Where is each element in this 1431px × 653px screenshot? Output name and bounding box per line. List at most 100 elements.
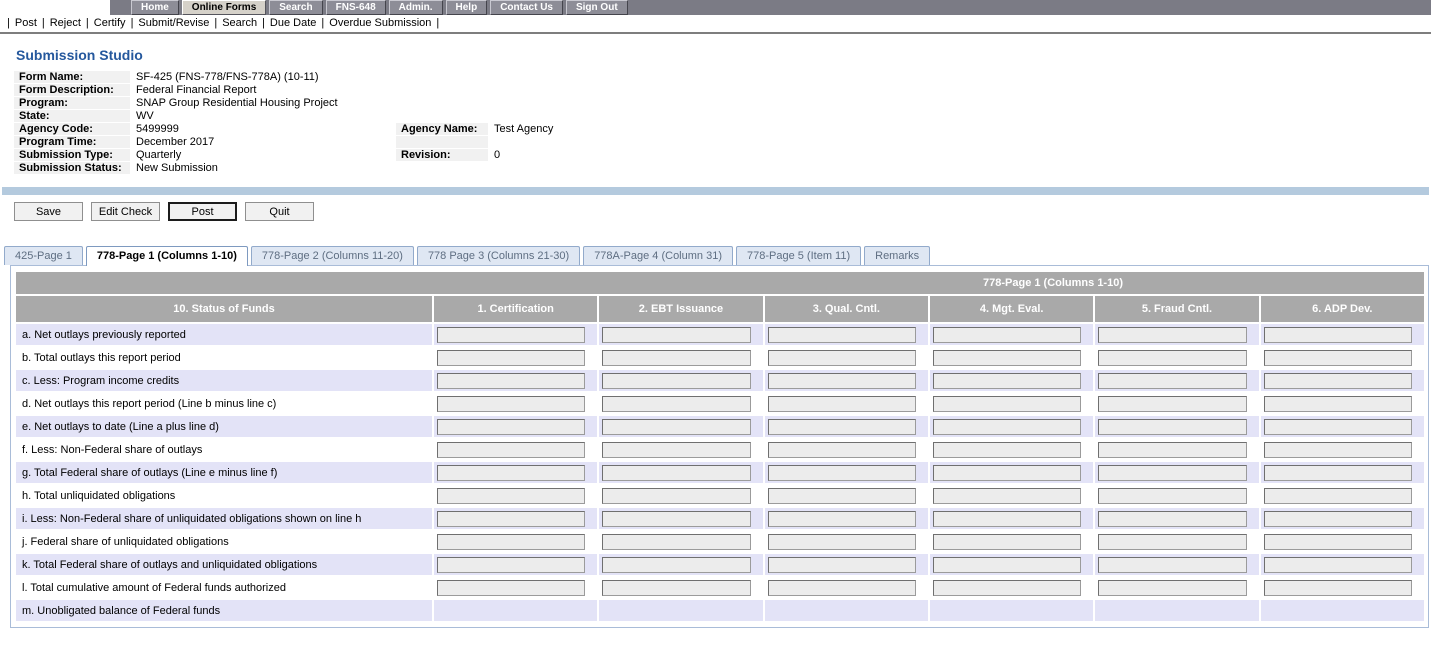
input-g-col2[interactable] (602, 464, 751, 481)
nav-help[interactable]: Help (445, 0, 488, 15)
input-i-col3[interactable] (767, 510, 916, 527)
input-h-col6[interactable] (1263, 487, 1412, 504)
tab-remarks[interactable]: Remarks (864, 246, 931, 265)
input-i-col5[interactable] (1098, 510, 1247, 527)
menu-item-post[interactable]: Post (15, 17, 37, 29)
post-button[interactable]: Post (168, 202, 237, 221)
menu-item-submit-revise[interactable]: Submit/Revise (138, 17, 209, 29)
input-c-col3[interactable] (767, 372, 916, 389)
input-i-col6[interactable] (1263, 510, 1412, 527)
tab-778-page-1-columns-1-10[interactable]: 778-Page 1 (Columns 1-10) (85, 246, 248, 266)
input-i-col4[interactable] (932, 510, 1082, 527)
input-h-col4[interactable] (932, 487, 1082, 504)
input-l-col1[interactable] (437, 579, 586, 596)
input-f-col5[interactable] (1098, 441, 1247, 458)
tab-778-page-5-item-11[interactable]: 778-Page 5 (Item 11) (735, 246, 862, 265)
input-f-col3[interactable] (767, 441, 916, 458)
input-g-col4[interactable] (932, 464, 1082, 481)
input-c-col1[interactable] (437, 372, 586, 389)
input-b-col1[interactable] (437, 349, 586, 366)
input-g-col1[interactable] (437, 464, 586, 481)
input-a-col1[interactable] (437, 326, 586, 343)
input-g-col5[interactable] (1098, 464, 1247, 481)
input-l-col4[interactable] (932, 579, 1082, 596)
input-e-col2[interactable] (602, 418, 751, 435)
menu-item-due-date[interactable]: Due Date (270, 17, 316, 29)
input-a-col5[interactable] (1098, 326, 1247, 343)
input-j-col2[interactable] (602, 533, 751, 550)
input-h-col2[interactable] (602, 487, 751, 504)
menu-item-reject[interactable]: Reject (50, 17, 81, 29)
input-e-col6[interactable] (1263, 418, 1412, 435)
tab-778-page-3-columns-21-30[interactable]: 778 Page 3 (Columns 21-30) (416, 246, 581, 265)
input-k-col3[interactable] (767, 556, 916, 573)
input-a-col6[interactable] (1263, 326, 1412, 343)
input-a-col2[interactable] (602, 326, 751, 343)
grid-cell-i-col3 (764, 508, 928, 529)
input-c-col5[interactable] (1098, 372, 1247, 389)
input-d-col5[interactable] (1098, 395, 1247, 412)
input-h-col3[interactable] (767, 487, 916, 504)
nav-online-forms[interactable]: Online Forms (181, 0, 267, 15)
input-j-col6[interactable] (1263, 533, 1412, 550)
input-k-col5[interactable] (1098, 556, 1247, 573)
input-f-col2[interactable] (602, 441, 751, 458)
input-i-col1[interactable] (437, 510, 586, 527)
input-j-col4[interactable] (932, 533, 1082, 550)
input-d-col3[interactable] (767, 395, 916, 412)
input-i-col2[interactable] (602, 510, 751, 527)
tab-778-page-2-columns-11-20[interactable]: 778-Page 2 (Columns 11-20) (250, 246, 414, 265)
input-l-col3[interactable] (767, 579, 916, 596)
nav-sign-out[interactable]: Sign Out (565, 0, 628, 15)
input-k-col4[interactable] (932, 556, 1082, 573)
input-e-col1[interactable] (437, 418, 586, 435)
input-f-col4[interactable] (932, 441, 1082, 458)
input-k-col2[interactable] (602, 556, 751, 573)
input-b-col3[interactable] (767, 349, 916, 366)
input-d-col4[interactable] (932, 395, 1082, 412)
nav-home[interactable]: Home (131, 0, 179, 15)
edit-check-button[interactable]: Edit Check (91, 202, 160, 221)
input-c-col6[interactable] (1263, 372, 1412, 389)
input-d-col1[interactable] (437, 395, 586, 412)
input-d-col2[interactable] (602, 395, 751, 412)
nav-fns-648[interactable]: FNS-648 (325, 0, 386, 15)
nav-contact-us[interactable]: Contact Us (490, 0, 563, 15)
quit-button[interactable]: Quit (245, 202, 314, 221)
save-button[interactable]: Save (14, 202, 83, 221)
input-a-col3[interactable] (767, 326, 916, 343)
input-b-col5[interactable] (1098, 349, 1247, 366)
input-f-col6[interactable] (1263, 441, 1412, 458)
input-k-col1[interactable] (437, 556, 586, 573)
tab-425-page-1[interactable]: 425-Page 1 (4, 246, 83, 265)
input-d-col6[interactable] (1263, 395, 1412, 412)
input-e-col5[interactable] (1098, 418, 1247, 435)
grid-cell-f-col1 (434, 439, 597, 460)
nav-admin[interactable]: Admin. (388, 0, 443, 15)
input-h-col5[interactable] (1098, 487, 1247, 504)
input-h-col1[interactable] (437, 487, 586, 504)
input-l-col5[interactable] (1098, 579, 1247, 596)
menu-item-certify[interactable]: Certify (94, 17, 126, 29)
menu-item-overdue-submission[interactable]: Overdue Submission (329, 17, 431, 29)
input-j-col3[interactable] (767, 533, 916, 550)
input-g-col6[interactable] (1263, 464, 1412, 481)
input-c-col4[interactable] (932, 372, 1082, 389)
input-e-col3[interactable] (767, 418, 916, 435)
input-b-col2[interactable] (602, 349, 751, 366)
input-c-col2[interactable] (602, 372, 751, 389)
nav-search[interactable]: Search (269, 0, 323, 15)
input-k-col6[interactable] (1263, 556, 1412, 573)
input-e-col4[interactable] (932, 418, 1082, 435)
input-a-col4[interactable] (932, 326, 1082, 343)
input-b-col4[interactable] (932, 349, 1082, 366)
menu-item-search[interactable]: Search (222, 17, 257, 29)
input-j-col5[interactable] (1098, 533, 1247, 550)
input-j-col1[interactable] (437, 533, 586, 550)
input-b-col6[interactable] (1263, 349, 1412, 366)
input-g-col3[interactable] (767, 464, 916, 481)
input-l-col2[interactable] (602, 579, 751, 596)
input-l-col6[interactable] (1263, 579, 1412, 596)
input-f-col1[interactable] (437, 441, 586, 458)
tab-778a-page-4-column-31[interactable]: 778A-Page 4 (Column 31) (583, 246, 733, 265)
